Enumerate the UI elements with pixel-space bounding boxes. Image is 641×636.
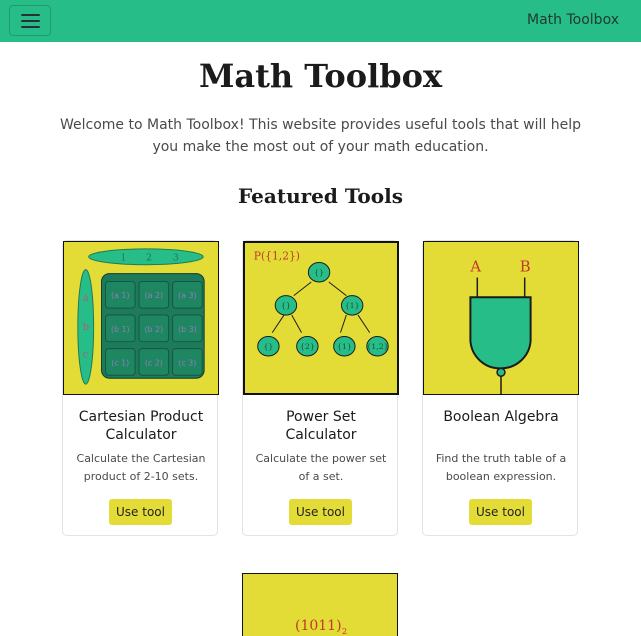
binary-label: (1011) xyxy=(295,618,342,634)
pair-label: (c 3) xyxy=(178,358,196,367)
cartesian-product-image: 1 2 3 a b c (a 1) (a 2) (a 3) (b 1) (b 2) (b … xyxy=(63,241,219,395)
boolean-algebra-image: A B xyxy=(423,241,579,395)
card-text: Calculate the power set of a set. xyxy=(255,452,387,483)
navbar: Math Toolbox xyxy=(0,0,641,42)
card-title: Boolean Algebra xyxy=(443,409,559,425)
power-set-illustration: P({1,2}) {} {} {1} {} {2} {1} {1,2} xyxy=(254,250,389,357)
cartesian-product-illustration: 1 2 3 a b c (a 1) (a 2) (a 3) (b 1) (b 2) (b … xyxy=(77,248,205,385)
tree-node-label: {} xyxy=(281,301,291,310)
tree-node-label: {1,2} xyxy=(366,342,388,351)
tree-node-label: {2} xyxy=(300,342,315,351)
input-b-label: B xyxy=(520,259,531,276)
page-title: Math Toolbox xyxy=(198,57,443,95)
set-top-item: 2 xyxy=(146,253,152,264)
set-left-item: c xyxy=(83,349,89,360)
tree-node-label: {1} xyxy=(345,301,360,310)
tree-node-label: {} xyxy=(263,342,273,351)
card-text: Calculate the Cartesian product of 2-10 … xyxy=(76,452,206,483)
binary-subscript: 2 xyxy=(342,627,347,636)
tree-node-label: {} xyxy=(314,268,324,277)
use-tool-button[interactable]: Use tool xyxy=(289,499,352,525)
binary-number-illustration: (1011) 2 xyxy=(295,618,347,636)
pair-label: (c 2) xyxy=(145,358,163,367)
input-a-label: A xyxy=(469,259,481,276)
and-gate-illustration: A B xyxy=(469,259,532,394)
boolean-algebra-card: A B Boolean Algebra Find the truth table… xyxy=(422,240,579,536)
pair-label: (c 1) xyxy=(111,358,129,367)
use-tool-button[interactable]: Use tool xyxy=(469,499,532,525)
set-left-item: b xyxy=(83,322,89,333)
pair-label: (b 2) xyxy=(144,325,163,334)
power-set-label: P({1,2}) xyxy=(254,250,300,263)
pair-label: (b 3) xyxy=(178,325,197,334)
card-text: Find the truth table of a boolean expres… xyxy=(435,452,567,483)
set-top-item: 3 xyxy=(173,253,179,264)
pair-label: (a 2) xyxy=(145,291,163,300)
card-title: Power Set Calculator xyxy=(285,409,357,443)
card-title: Cartesian Product Calculator xyxy=(78,409,204,443)
binary-converter-card-image: (1011) 2 xyxy=(242,573,398,636)
pair-label: (b 1) xyxy=(111,325,130,334)
tree-node-label: {1} xyxy=(337,342,352,351)
use-tool-button[interactable]: Use tool xyxy=(109,499,172,525)
power-set-card: P({1,2}) {} {} {1} {} {2} {1} {1,2} Power Set … xyxy=(242,240,399,536)
intro-text: Welcome to Math Toolbox! This website pr… xyxy=(60,117,581,155)
power-set-image: P({1,2}) {} {} {1} {} {2} {1} {1,2} xyxy=(243,241,399,395)
pair-label: (a 3) xyxy=(178,291,196,300)
navbar-brand[interactable]: Math Toolbox xyxy=(527,12,619,28)
hamburger-menu-icon[interactable] xyxy=(9,5,51,36)
featured-tools-heading: Featured Tools xyxy=(238,184,403,208)
set-left-item: a xyxy=(83,293,89,304)
set-top-item: 1 xyxy=(120,253,126,264)
cartesian-product-card: 1 2 3 a b c (a 1) (a 2) (a 3) (b 1) (b 2) (b … xyxy=(62,240,219,536)
pair-label: (a 1) xyxy=(111,291,129,300)
